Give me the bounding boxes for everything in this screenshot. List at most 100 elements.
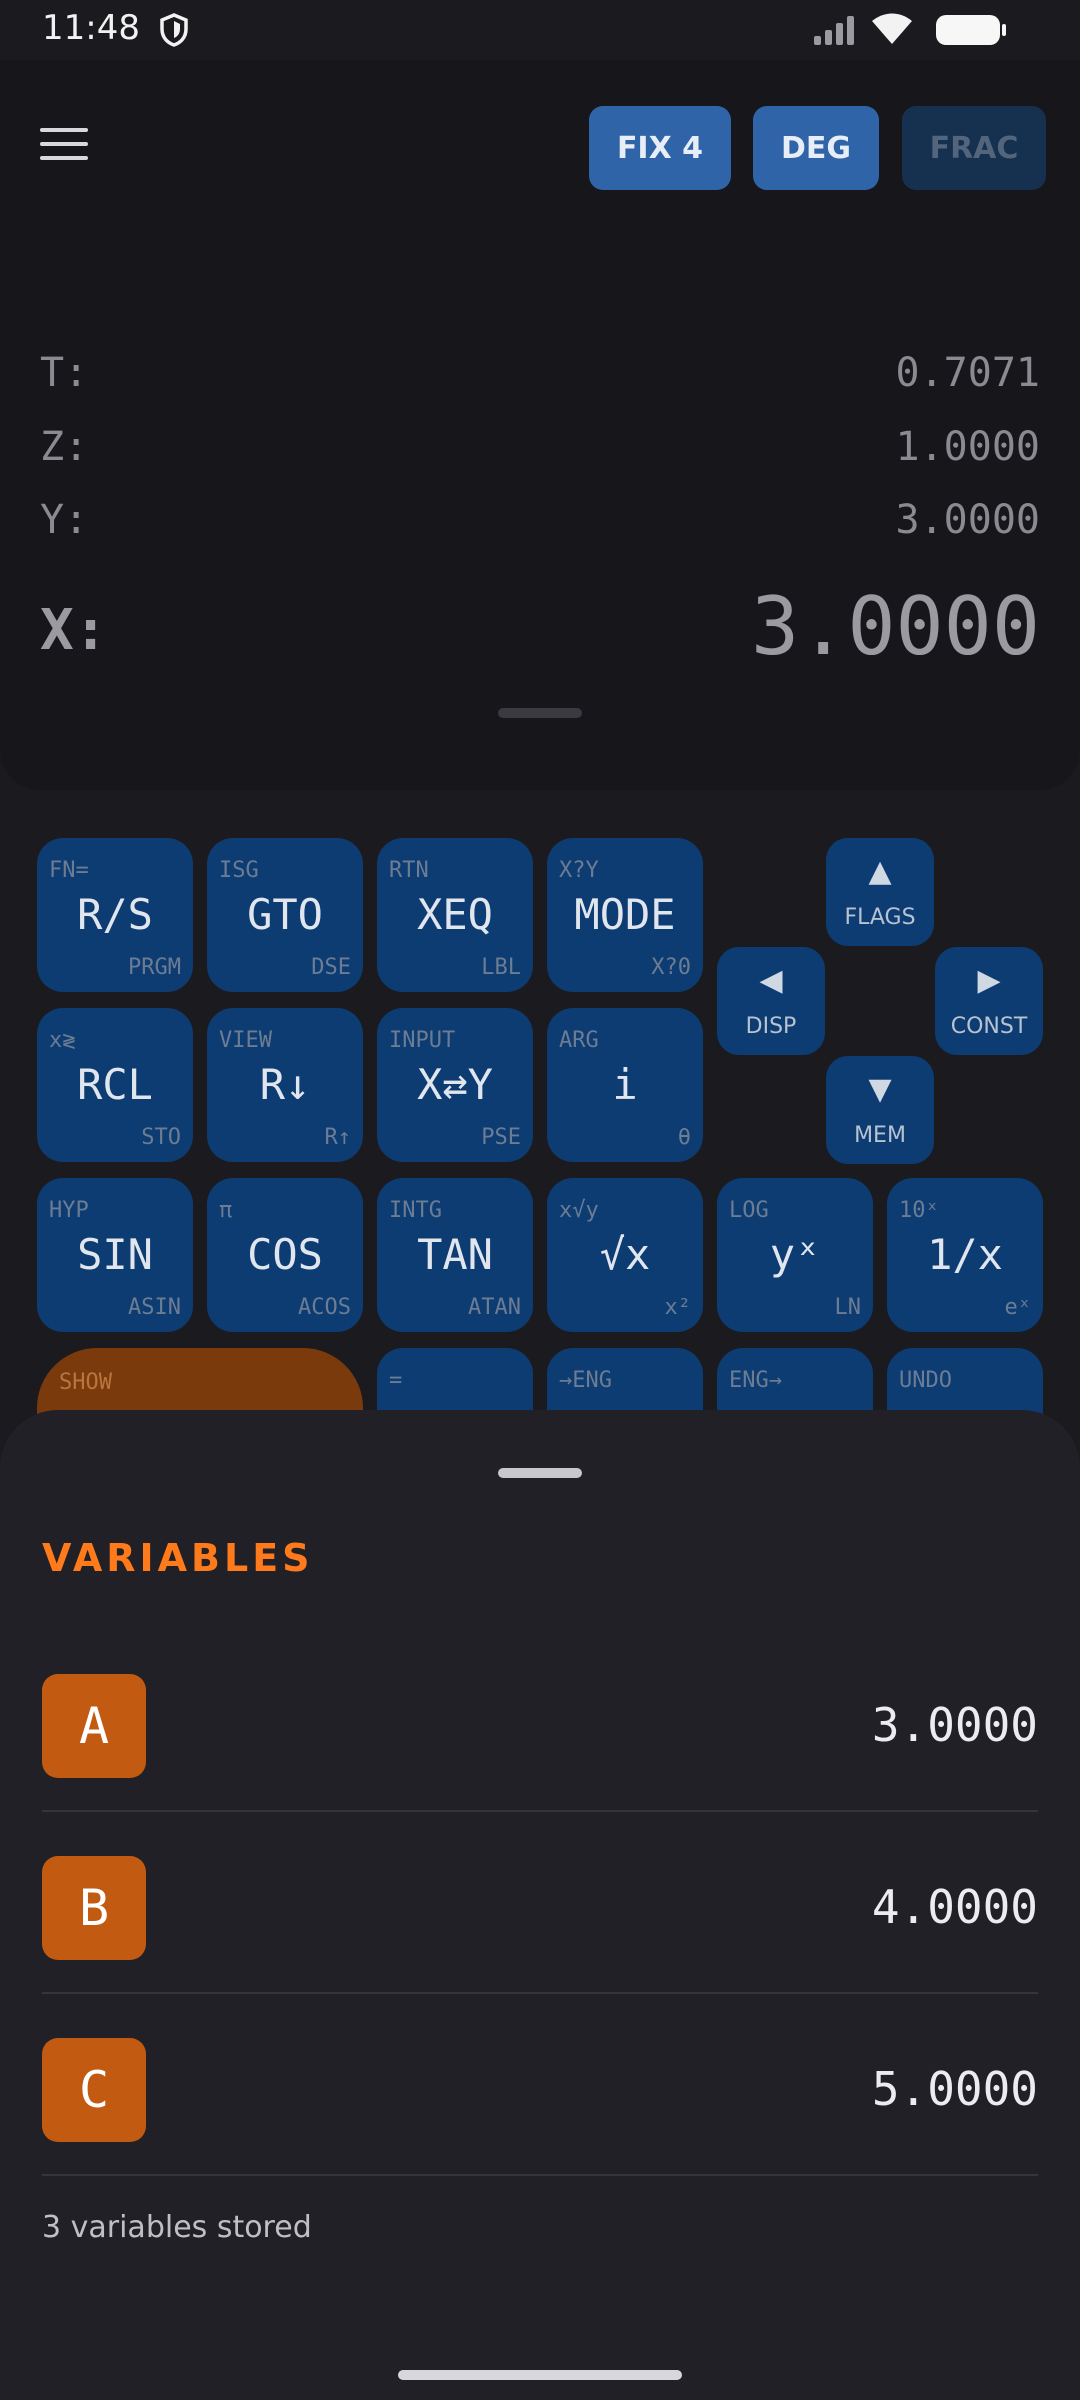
key-rcl[interactable]: x≷ RCL STO [37, 1008, 193, 1162]
key-gto[interactable]: ISG GTO DSE [207, 838, 363, 992]
status-bar: 11:48 [0, 0, 1080, 60]
key-shift-label: 10ˣ [899, 1198, 939, 1223]
key-rs[interactable]: FN= R/S PRGM [37, 838, 193, 992]
stack-register-t: T: 0.7071 [40, 350, 1040, 410]
variable-name-badge: C [42, 2038, 146, 2142]
key-alt-label: X?0 [651, 955, 691, 980]
key-shift-label: ARG [559, 1028, 599, 1053]
key-tan[interactable]: INTG TAN ATAN [377, 1178, 533, 1332]
register-value: 0.7071 [895, 350, 1041, 396]
triangle-right-icon: ▶ [977, 963, 1001, 998]
key-label: yˣ [769, 1230, 821, 1279]
register-label: Y: [40, 497, 89, 543]
stack-register-y: Y: 3.0000 [40, 497, 1040, 557]
arrow-down-button[interactable]: ▼ MEM [826, 1056, 934, 1164]
fraction-mode-button[interactable]: FRAC [902, 106, 1046, 190]
variable-name-badge: A [42, 1674, 146, 1778]
key-label: COS [247, 1230, 323, 1279]
variable-value: 3.0000 [871, 1698, 1038, 1752]
key-alt-label: STO [141, 1125, 181, 1150]
key-alt-label: DSE [311, 955, 351, 980]
menu-icon[interactable] [40, 128, 88, 164]
key-label: SIN [77, 1230, 153, 1279]
triangle-left-icon: ◀ [759, 963, 783, 998]
register-value: 3.0000 [895, 497, 1041, 543]
sheet-drag-handle[interactable] [498, 1468, 582, 1478]
home-indicator[interactable] [398, 2370, 682, 2380]
key-shift-label: INPUT [389, 1028, 456, 1053]
key-roll-down[interactable]: VIEW R↓ R↑ [207, 1008, 363, 1162]
variable-row[interactable]: C 5.0000 [42, 1992, 1038, 2176]
stack-register-z: Z: 1.0000 [40, 424, 1040, 484]
sheet-title: VARIABLES [42, 1536, 314, 1580]
key-xeq[interactable]: RTN XEQ LBL [377, 838, 533, 992]
wifi-icon [872, 13, 912, 44]
key-shift-label: x≷ [49, 1028, 76, 1053]
triangle-up-icon: ▲ [868, 854, 892, 889]
key-shift-label: X?Y [559, 858, 599, 883]
variable-value: 4.0000 [871, 1880, 1038, 1934]
key-i[interactable]: ARG i θ [547, 1008, 703, 1162]
key-alt-label: x² [664, 1295, 692, 1320]
angle-mode-button[interactable]: DEG [753, 106, 879, 190]
key-shift-label: RTN [389, 858, 429, 883]
key-sqrt[interactable]: x√y √x x² [547, 1178, 703, 1332]
variable-value: 5.0000 [871, 2062, 1038, 2116]
key-alt-label: PSE [481, 1125, 521, 1150]
key-label: GTO [247, 890, 323, 939]
status-time: 11:48 [42, 8, 140, 48]
key-power[interactable]: LOG yˣ LN [717, 1178, 873, 1332]
register-value: 3.0000 [751, 580, 1040, 673]
key-shift-label: VIEW [219, 1028, 272, 1053]
shield-icon [160, 13, 188, 47]
key-shift-label: LOG [729, 1198, 769, 1223]
register-label: X: [40, 598, 108, 663]
key-label: R/S [77, 890, 153, 939]
display-drag-handle[interactable] [498, 708, 582, 718]
battery-icon [936, 15, 1006, 45]
signal-icon [814, 16, 854, 45]
arrow-left-button[interactable]: ◀ DISP [717, 947, 825, 1055]
key-alt-label: PRGM [128, 955, 181, 980]
key-alt-label: eˣ [1004, 1295, 1032, 1320]
arrow-right-button[interactable]: ▶ CONST [935, 947, 1043, 1055]
key-shift-label: HYP [49, 1198, 89, 1223]
key-sin[interactable]: HYP SIN ASIN [37, 1178, 193, 1332]
key-alt-label: LBL [481, 955, 521, 980]
key-alt-label: R↑ [324, 1125, 352, 1150]
key-mode[interactable]: X?Y MODE X?0 [547, 838, 703, 992]
register-label: Z: [40, 424, 89, 470]
fix-mode-button[interactable]: FIX 4 [589, 106, 731, 190]
key-shift-label: UNDO [899, 1368, 952, 1393]
key-shift-label: FN= [49, 858, 89, 883]
triangle-down-icon: ▼ [868, 1072, 892, 1107]
key-label: X⇄Y [417, 1060, 493, 1109]
arrow-up-button[interactable]: ▲ FLAGS [826, 838, 934, 946]
key-cos[interactable]: π COS ACOS [207, 1178, 363, 1332]
arrow-label: CONST [950, 1014, 1028, 1039]
key-label: R↓ [259, 1060, 311, 1109]
key-alt-label: ATAN [468, 1295, 521, 1320]
variable-row[interactable]: A 3.0000 [42, 1628, 1038, 1812]
key-alt-label: θ [677, 1125, 691, 1150]
key-label: TAN [417, 1230, 493, 1279]
variables-sheet: VARIABLES A 3.0000 B 4.0000 C 5.0000 3 v… [0, 1410, 1080, 2400]
key-alt-label: ACOS [298, 1295, 351, 1320]
key-shift-label: π [219, 1198, 233, 1223]
key-label: i [612, 1060, 638, 1109]
key-shift-label: SHOW [59, 1370, 112, 1395]
key-reciprocal[interactable]: 10ˣ 1/x eˣ [887, 1178, 1043, 1332]
key-shift-label: →ENG [559, 1368, 612, 1393]
key-label: XEQ [417, 890, 493, 939]
arrow-label: FLAGS [844, 905, 916, 930]
variable-row[interactable]: B 4.0000 [42, 1810, 1038, 1994]
key-shift-label: ISG [219, 858, 259, 883]
arrow-label: DISP [745, 1014, 797, 1039]
key-swap-xy[interactable]: INPUT X⇄Y PSE [377, 1008, 533, 1162]
stack-register-x: X: 3.0000 [40, 580, 1040, 690]
key-shift-label: INTG [389, 1198, 442, 1223]
register-value: 1.0000 [895, 424, 1041, 470]
key-shift-label: ENG→ [729, 1368, 782, 1393]
key-shift-label: x√y [559, 1198, 599, 1223]
variable-name-badge: B [42, 1856, 146, 1960]
